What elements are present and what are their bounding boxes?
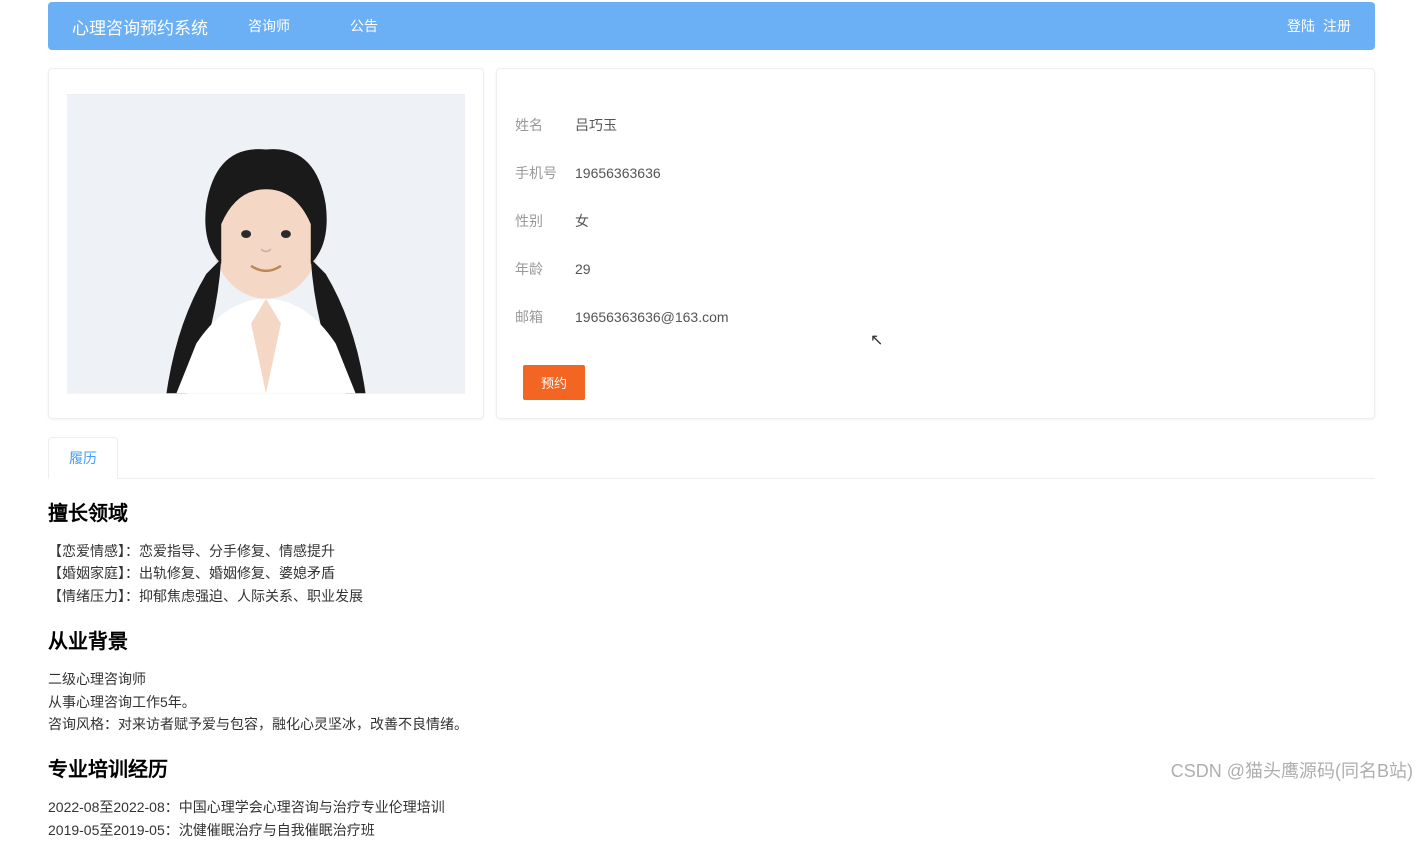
navbar-right: 登陆 注册 bbox=[1287, 16, 1351, 36]
navbar-left: 心理咨询预约系统 咨询师 公告 bbox=[72, 14, 438, 39]
label-age: 年龄 bbox=[515, 259, 565, 279]
expertise-line-1: 【恋爱情感】：恋爱指导、分手修复、情感提升 bbox=[48, 540, 1375, 562]
login-link[interactable]: 登陆 bbox=[1287, 16, 1315, 36]
section-title-background: 从业背景 bbox=[48, 625, 1375, 654]
value-phone: 19656363636 bbox=[575, 165, 661, 181]
resume-content: 擅长领域 【恋爱情感】：恋爱指导、分手修复、情感提升 【婚姻家庭】：出轨修复、婚… bbox=[48, 497, 1375, 841]
tab-resume[interactable]: 履历 bbox=[48, 437, 118, 479]
counselor-photo bbox=[67, 94, 465, 394]
info-row-age: 年龄 29 bbox=[515, 259, 1356, 279]
info-row-name: 姓名 吕巧玉 bbox=[515, 115, 1356, 135]
label-email: 邮箱 bbox=[515, 307, 565, 327]
app-title[interactable]: 心理咨询预约系统 bbox=[72, 14, 208, 39]
training-line-2: 2019-05至2019-05：沈健催眠治疗与自我催眠治疗班 bbox=[48, 819, 1375, 841]
label-name: 姓名 bbox=[515, 115, 565, 135]
navbar: 心理咨询预约系统 咨询师 公告 登陆 注册 bbox=[48, 2, 1375, 50]
background-line-3: 咨询风格：对来访者赋予爱与包容，融化心灵坚冰，改善不良情绪。 bbox=[48, 713, 1375, 735]
training-line-1: 2022-08至2022-08：中国心理学会心理咨询与治疗专业伦理培训 bbox=[48, 796, 1375, 818]
nav-link-counselor[interactable]: 咨询师 bbox=[248, 16, 290, 36]
info-row-email: 邮箱 19656363636@163.com bbox=[515, 307, 1356, 327]
photo-card bbox=[48, 68, 484, 419]
background-line-2: 从事心理咨询工作5年。 bbox=[48, 691, 1375, 713]
nav-link-announce[interactable]: 公告 bbox=[350, 16, 378, 36]
section-title-training: 专业培训经历 bbox=[48, 753, 1375, 782]
label-gender: 性别 bbox=[515, 211, 565, 231]
value-name: 吕巧玉 bbox=[575, 115, 617, 135]
info-row-phone: 手机号 19656363636 bbox=[515, 163, 1356, 183]
info-card: 姓名 吕巧玉 手机号 19656363636 性别 女 年龄 29 邮箱 196… bbox=[496, 68, 1375, 419]
info-row-gender: 性别 女 bbox=[515, 211, 1356, 231]
value-gender: 女 bbox=[575, 211, 589, 231]
value-email: 19656363636@163.com bbox=[575, 309, 729, 325]
book-button[interactable]: 预约 bbox=[523, 365, 585, 400]
background-line-1: 二级心理咨询师 bbox=[48, 668, 1375, 690]
profile-row: 姓名 吕巧玉 手机号 19656363636 性别 女 年龄 29 邮箱 196… bbox=[48, 68, 1375, 419]
expertise-line-3: 【情绪压力】：抑郁焦虑强迫、人际关系、职业发展 bbox=[48, 585, 1375, 607]
register-link[interactable]: 注册 bbox=[1323, 16, 1351, 36]
tabs: 履历 bbox=[48, 437, 1375, 479]
expertise-line-2: 【婚姻家庭】：出轨修复、婚姻修复、婆媳矛盾 bbox=[48, 562, 1375, 584]
value-age: 29 bbox=[575, 261, 591, 277]
label-phone: 手机号 bbox=[515, 163, 565, 183]
section-title-expertise: 擅长领域 bbox=[48, 497, 1375, 526]
